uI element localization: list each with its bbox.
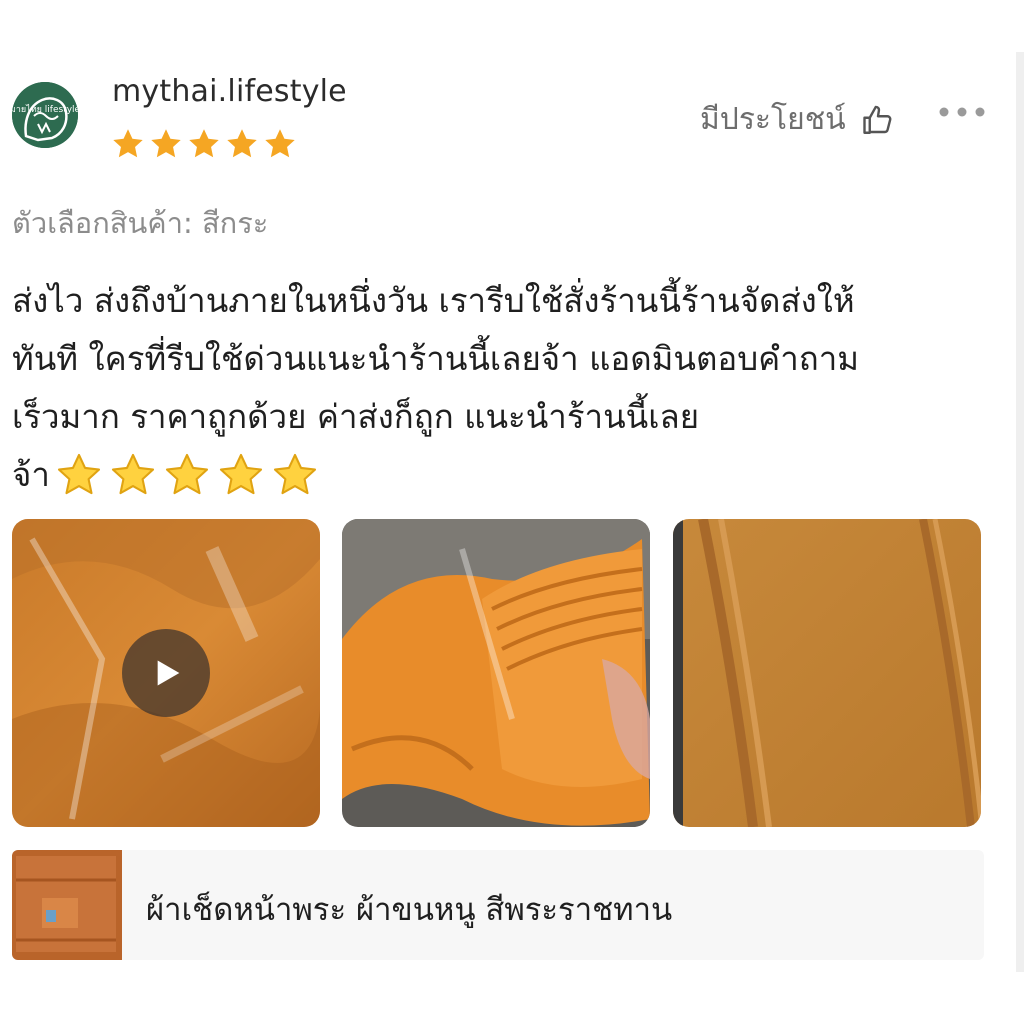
star-emoji-icon <box>165 453 208 495</box>
product-name: ผ้าเช็ดหน้าพระ ผ้าขนหนู สีพระราชทาน <box>146 892 673 928</box>
play-icon <box>157 660 180 686</box>
review-photo-thumbnail[interactable] <box>673 519 981 827</box>
star-icon <box>227 129 257 158</box>
rating-stars <box>110 126 298 162</box>
review-page: มายไทย lifestyle mythai.lifestyle มีประโ… <box>0 0 1024 1024</box>
review-line: จ้า <box>12 455 50 494</box>
star-icon <box>113 129 143 158</box>
review-line: ทันที ใครที่รีบใช้ด่วนแนะนำร้านนี้เลยจ้า… <box>12 339 860 378</box>
more-options-icon <box>939 107 985 117</box>
helpful-button[interactable]: มีประโยชน์ <box>700 96 896 143</box>
product-image <box>12 850 122 960</box>
avatar-logo-icon: มายไทย lifestyle <box>12 82 78 148</box>
review-line: ส่งไว ส่งถึงบ้านภายในหนึ่งวัน เรารีบใช้ส… <box>12 281 855 320</box>
avatar-text: มายไทย lifestyle <box>12 104 78 115</box>
emoji-stars <box>54 450 320 500</box>
star-emoji-icon <box>219 453 262 495</box>
star-emoji-icon <box>111 453 154 495</box>
avatar[interactable]: มายไทย lifestyle <box>12 82 78 148</box>
towel-photo <box>673 519 981 827</box>
star-icon <box>265 129 295 158</box>
review-last-line: จ้า <box>12 446 972 504</box>
star-emoji-icon <box>57 453 100 495</box>
star-icon <box>189 129 219 158</box>
product-thumbnail <box>12 850 122 960</box>
star-icon <box>151 129 181 158</box>
review-video-thumbnail[interactable] <box>12 519 320 827</box>
more-options-button[interactable] <box>936 98 988 126</box>
review-line: เร็วมาก ราคาถูกด้วย ค่าส่งก็ถูก แนะนำร้า… <box>12 397 700 436</box>
star-emoji-icon <box>273 453 316 495</box>
review-photo-thumbnail[interactable] <box>342 519 650 827</box>
review-text: ส่งไว ส่งถึงบ้านภายในหนึ่งวัน เรารีบใช้ส… <box>12 272 972 504</box>
towel-photo <box>342 519 650 827</box>
scrollbar-track <box>1016 52 1024 972</box>
product-variation: ตัวเลือกสินค้า: สีกระ <box>12 206 269 240</box>
thumbs-up-icon <box>862 105 892 134</box>
product-card[interactable]: ผ้าเช็ดหน้าพระ ผ้าขนหนู สีพระราชทาน <box>12 850 984 960</box>
helpful-label: มีประโยชน์ <box>700 102 846 137</box>
reviewer-username[interactable]: mythai.lifestyle <box>112 74 347 109</box>
play-button[interactable] <box>122 629 210 717</box>
